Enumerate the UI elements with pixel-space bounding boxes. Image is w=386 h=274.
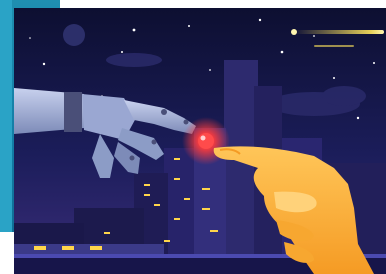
illustration-svg	[14, 8, 386, 274]
illustration	[14, 8, 386, 274]
teal-frame-accent	[0, 0, 12, 232]
glow-core	[198, 133, 214, 149]
moon	[63, 24, 85, 46]
